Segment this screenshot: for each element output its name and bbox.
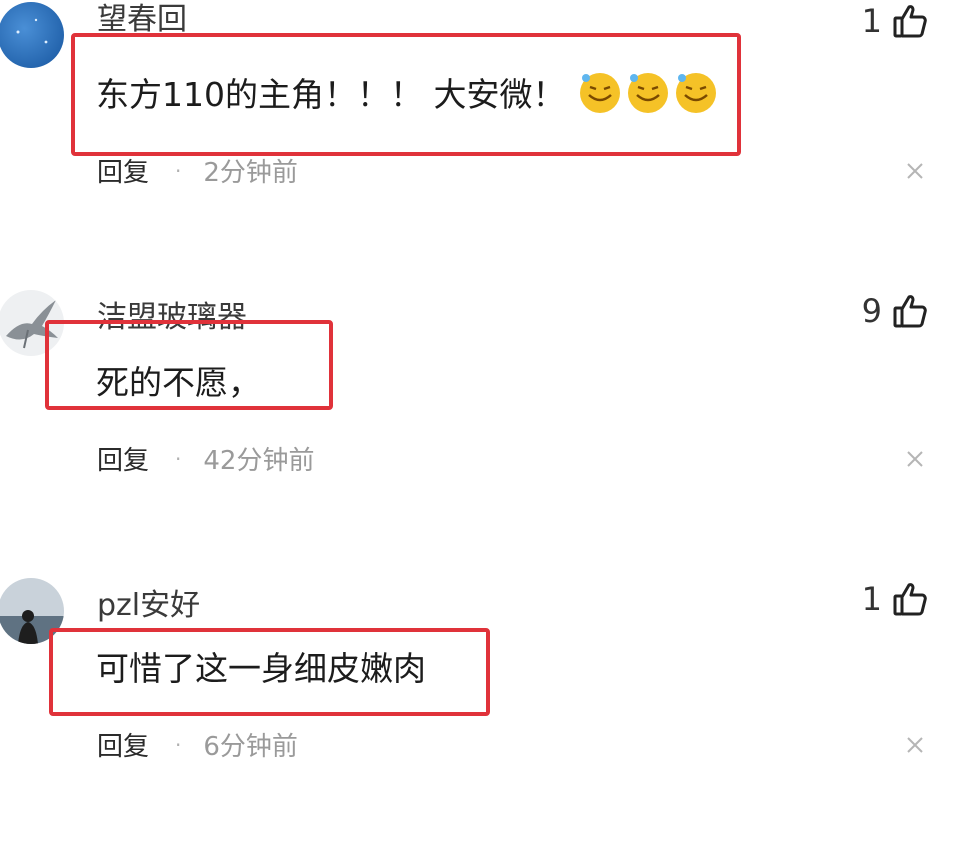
reply-button[interactable]: 回复	[97, 726, 149, 763]
separator-dot: ·	[175, 158, 182, 183]
thumbs-up-icon[interactable]	[892, 3, 928, 39]
emoji-group	[577, 69, 719, 115]
close-icon[interactable]	[906, 162, 924, 184]
comment-item: 洁盟玻璃器 9 死的不愿， 回复 · 42分钟前	[0, 288, 980, 578]
comment-text: 可惜了这一身细皮嫩肉	[96, 649, 426, 688]
comment-meta: 回复 · 42分钟前	[97, 440, 314, 477]
like-button[interactable]: 9	[862, 292, 928, 330]
like-count: 9	[861, 292, 882, 330]
grinning-sweat-emoji-icon	[676, 73, 717, 113]
comment-item: pzl安好 1 可惜了这一身细皮嫩肉 回复 · 6分钟前	[0, 576, 980, 866]
separator-dot: ·	[175, 732, 182, 757]
like-count: 1	[861, 580, 882, 618]
comment-meta: 回复 · 2分钟前	[97, 152, 298, 189]
comment-item: 望春回 1 东方110的主角！！！ 大安微！ 回复 · 2分钟前	[0, 0, 980, 290]
close-icon[interactable]	[906, 736, 924, 758]
timestamp: 2分钟前	[203, 158, 298, 188]
reply-button[interactable]: 回复	[97, 440, 149, 477]
like-button[interactable]: 1	[862, 580, 928, 618]
close-icon[interactable]	[906, 450, 924, 472]
like-count: 1	[861, 2, 882, 40]
grinning-sweat-emoji-icon	[628, 73, 669, 113]
username[interactable]: pzl安好	[97, 580, 200, 624]
thumbs-up-icon[interactable]	[892, 293, 928, 329]
timestamp: 6分钟前	[203, 732, 298, 762]
comment-text: 死的不愿，	[96, 363, 261, 402]
reply-button[interactable]: 回复	[97, 152, 149, 189]
comment-body: 可惜了这一身细皮嫩肉	[96, 644, 426, 688]
thumbs-up-icon[interactable]	[892, 581, 928, 617]
user-avatar[interactable]	[0, 2, 64, 68]
grinning-sweat-emoji-icon	[580, 73, 621, 113]
comment-meta: 回复 · 6分钟前	[97, 726, 298, 763]
separator-dot: ·	[175, 446, 182, 471]
avatar-blue-sky-icon	[0, 2, 64, 68]
comment-text: 东方110的主角！！！ 大安微！	[96, 75, 566, 114]
timestamp: 42分钟前	[203, 446, 315, 476]
like-button[interactable]: 1	[862, 2, 928, 40]
comment-body: 死的不愿，	[96, 358, 261, 402]
comment-body: 东方110的主角！！！ 大安微！	[96, 70, 719, 114]
